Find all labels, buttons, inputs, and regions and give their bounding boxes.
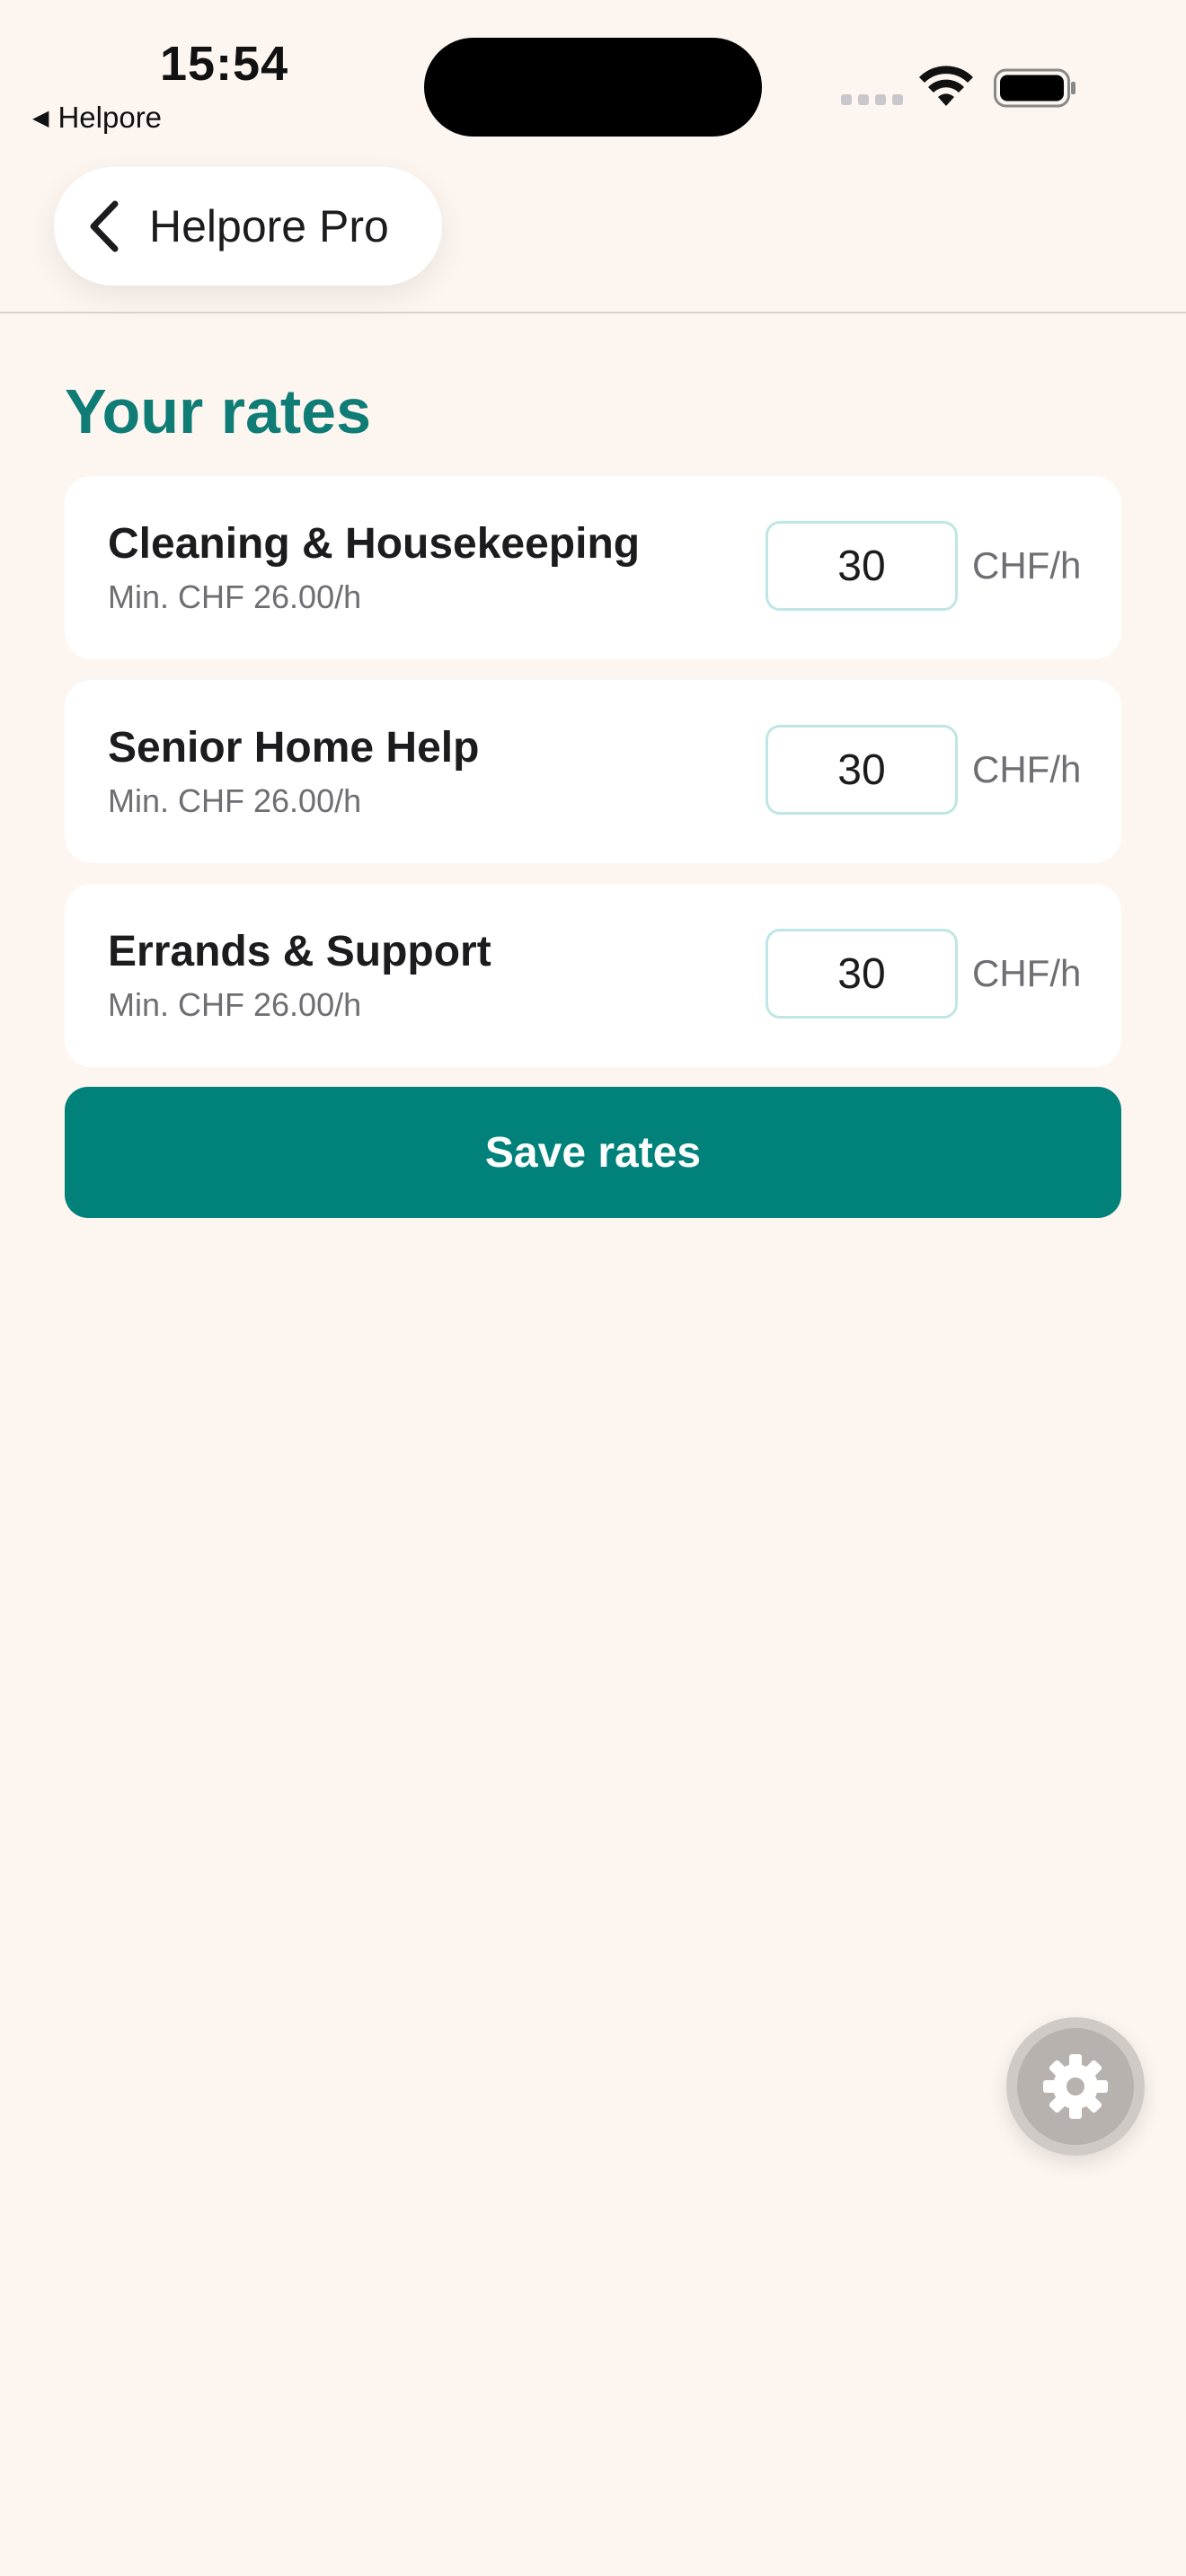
- gear-icon: [1043, 2054, 1108, 2119]
- rate-input-errands[interactable]: [766, 929, 958, 1019]
- rate-service-name: Errands & Support: [108, 928, 491, 975]
- dynamic-island: [424, 38, 762, 137]
- battery-icon: [994, 68, 1075, 108]
- rate-service-name: Senior Home Help: [108, 724, 480, 772]
- back-button[interactable]: Helpore Pro: [54, 167, 442, 286]
- settings-button[interactable]: [1006, 2017, 1145, 2156]
- cellular-signal-icon: [841, 94, 903, 105]
- rate-minimum: Min. CHF 26.00/h: [108, 578, 362, 615]
- save-rates-button[interactable]: Save rates: [65, 1087, 1121, 1218]
- rate-minimum: Min. CHF 26.00/h: [108, 782, 362, 819]
- wifi-icon: [919, 66, 973, 106]
- rate-card-senior-help: Senior Home Help Min. CHF 26.00/h CHF/h: [65, 680, 1121, 863]
- nav-divider: [0, 312, 1186, 313]
- rate-unit: CHF/h: [972, 748, 1082, 790]
- rate-unit: CHF/h: [972, 952, 1082, 994]
- page-title: Your rates: [65, 376, 372, 446]
- rate-card-errands: Errands & Support Min. CHF 26.00/h CHF/h: [65, 884, 1121, 1067]
- rate-card-cleaning: Cleaning & Housekeeping Min. CHF 26.00/h…: [65, 476, 1121, 659]
- back-triangle-icon: ◀: [32, 105, 49, 130]
- rate-service-name: Cleaning & Housekeeping: [108, 520, 641, 568]
- status-back-label: Helpore: [58, 101, 163, 134]
- rate-unit: CHF/h: [972, 544, 1082, 587]
- rate-input-senior-help[interactable]: [766, 725, 958, 815]
- status-back-link[interactable]: ◀ Helpore: [32, 101, 162, 135]
- nav-title: Helpore Pro: [149, 201, 389, 251]
- rate-input-cleaning[interactable]: [766, 521, 958, 611]
- chevron-left-icon: [90, 200, 119, 252]
- settings-button-inner: [1017, 2028, 1134, 2145]
- status-time: 15:54: [160, 37, 289, 91]
- rate-minimum: Min. CHF 26.00/h: [108, 986, 362, 1023]
